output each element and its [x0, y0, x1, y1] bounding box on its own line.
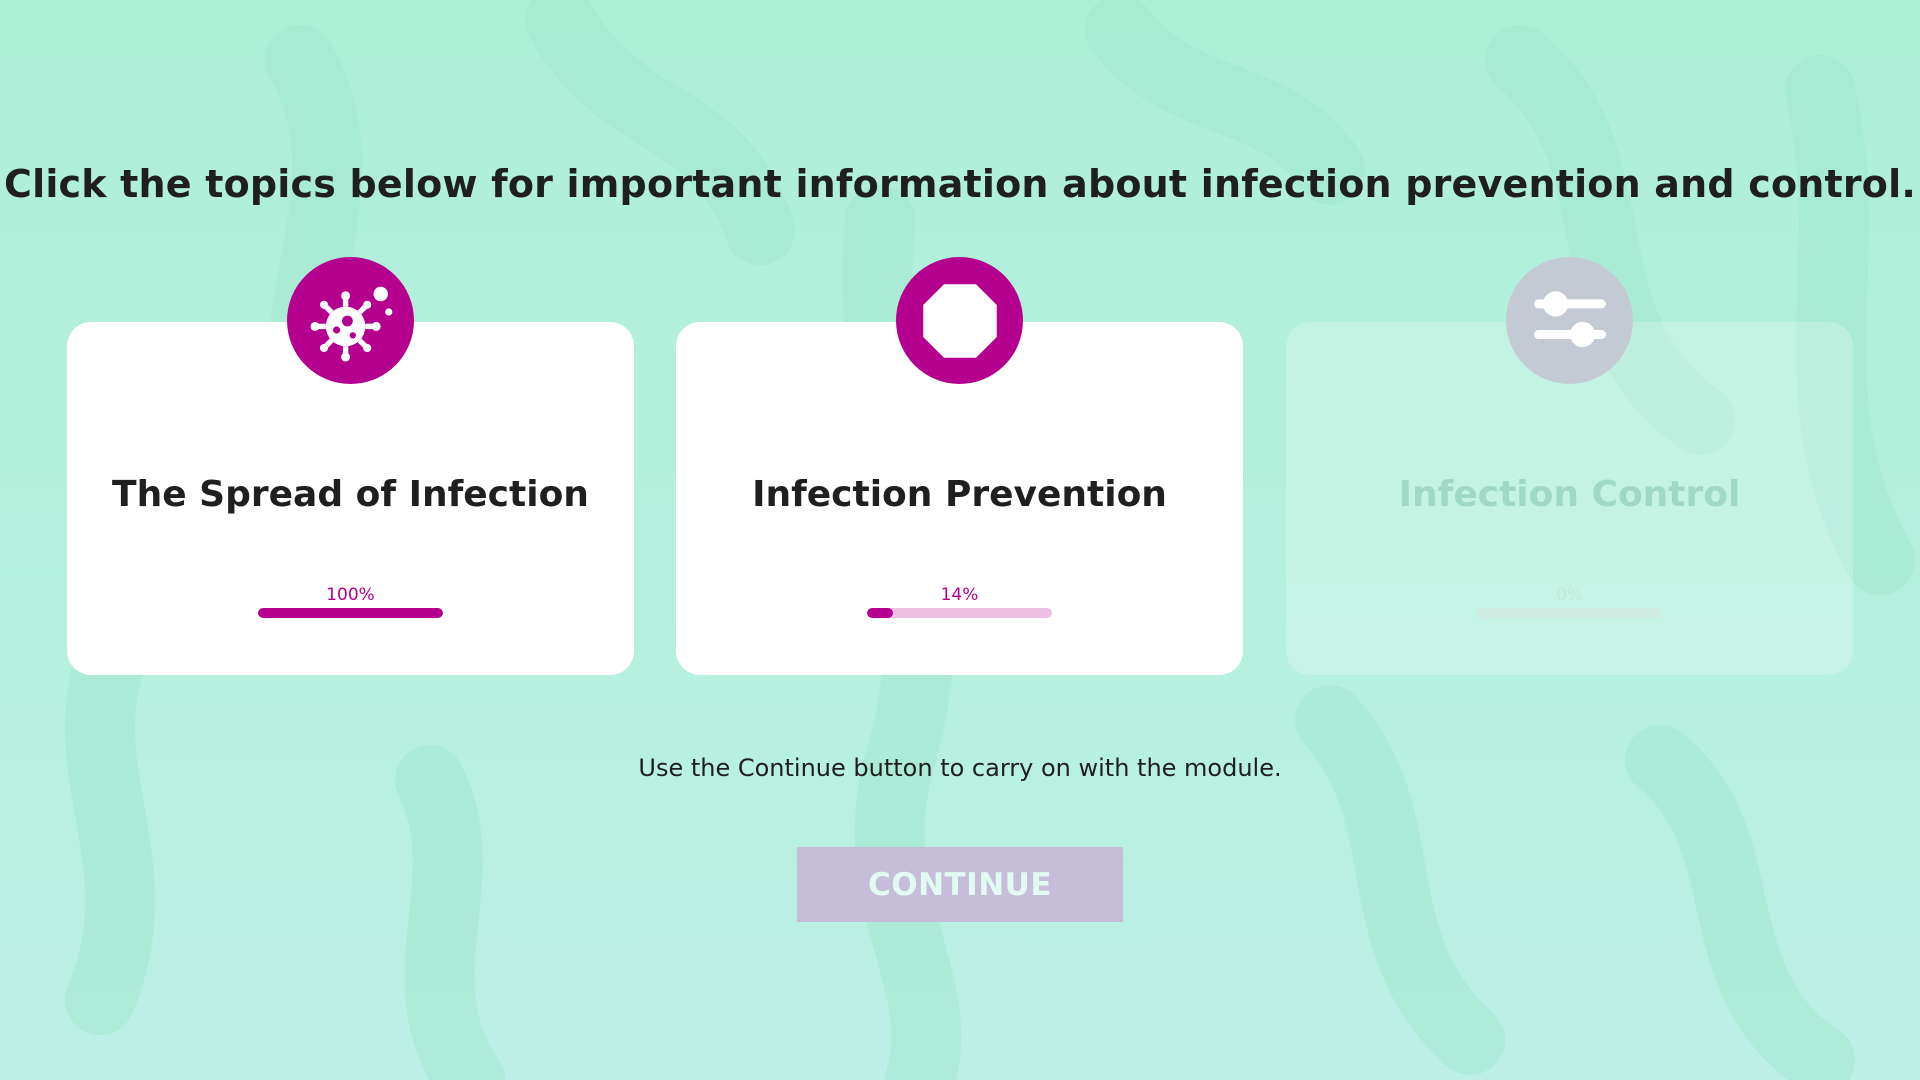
card-title: The Spread of Infection	[112, 474, 589, 515]
topic-card-infection-control: Infection Control 0%	[1286, 257, 1853, 675]
sliders-icon	[1506, 257, 1633, 384]
progress-bar	[867, 608, 1052, 618]
progress-bar	[258, 608, 443, 618]
progress-label: 0%	[1556, 585, 1583, 605]
topic-card-spread-of-infection[interactable]: The Spread of Infection 100%	[67, 257, 634, 675]
instruction-text: Use the Continue button to carry on with…	[638, 754, 1282, 782]
progress-label: 100%	[326, 585, 375, 605]
progress-fill	[258, 608, 443, 618]
progress-fill	[867, 608, 893, 618]
virus-icon	[287, 257, 414, 384]
progress-bar	[1477, 608, 1662, 618]
topic-card-infection-prevention[interactable]: Infection Prevention 14%	[676, 257, 1243, 675]
continue-button[interactable]: CONTINUE	[797, 847, 1123, 922]
stop-octagon-icon	[896, 257, 1023, 384]
card-title: Infection Control	[1398, 474, 1741, 515]
page-heading: Click the topics below for important inf…	[4, 162, 1916, 206]
card-title: Infection Prevention	[752, 474, 1167, 515]
progress-label: 14%	[940, 585, 979, 605]
